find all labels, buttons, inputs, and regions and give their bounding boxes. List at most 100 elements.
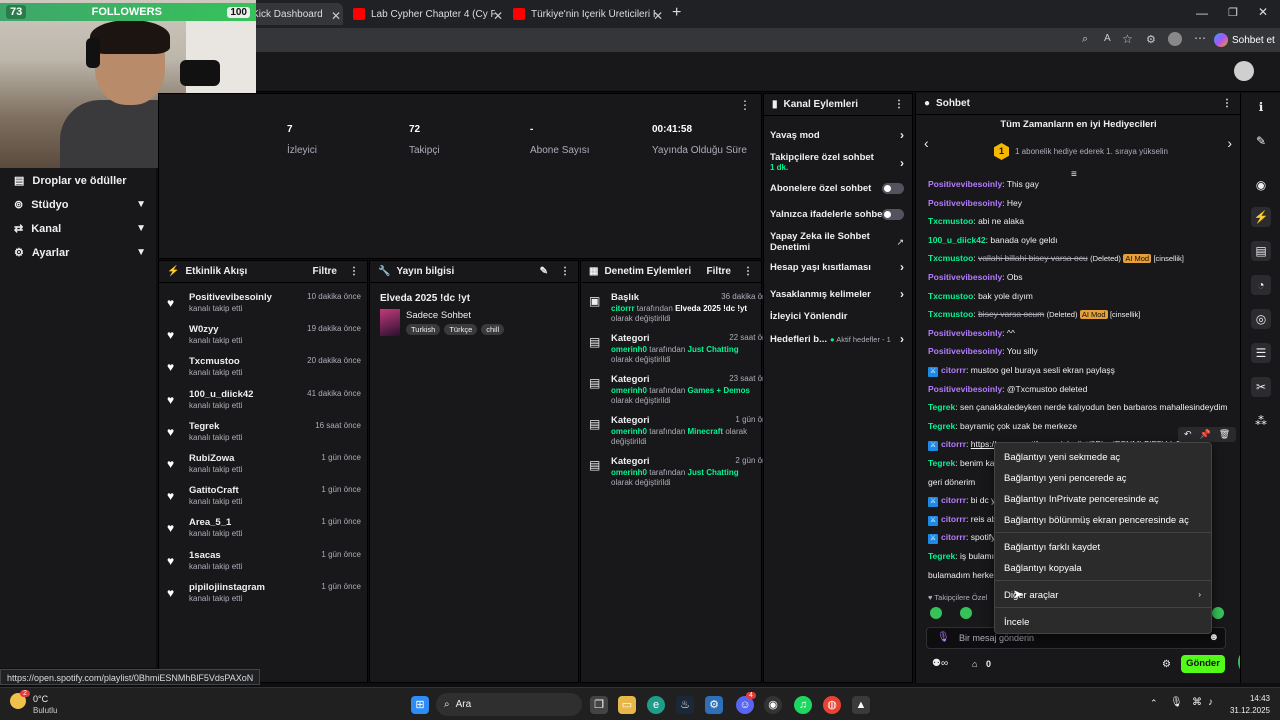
chevron-right-icon[interactable]: ›	[900, 156, 904, 170]
menu-open-new-tab[interactable]: Bağlantıyı yeni sekmede aç	[1004, 452, 1120, 463]
nav-drops-rewards[interactable]: ▤ Droplar ve ödüller	[14, 174, 146, 188]
chat-username[interactable]: Tegrek	[928, 402, 955, 412]
chevron-right-icon[interactable]: ›	[900, 260, 904, 274]
microphone-icon[interactable]: 🎙	[937, 632, 950, 643]
chat-username[interactable]: 100_u_diick42	[928, 235, 986, 245]
file-explorer-icon[interactable]: ▭	[618, 696, 636, 714]
followers-only-row[interactable]: Takipçilere özel sohbet 1 dk.	[770, 152, 908, 172]
chat-username[interactable]: Positivevibesoinly	[928, 384, 1002, 394]
activity-item[interactable]: ♥ Txcmustoo kanalı takip etti 20 dakika önc…	[167, 356, 361, 386]
chevron-right-icon[interactable]: ›	[1227, 135, 1232, 151]
pin-icon[interactable]: 📌	[1200, 429, 1211, 440]
activity-item[interactable]: ♥ 1sacas kanalı takip etti 1 gün önce	[167, 550, 361, 580]
delete-icon[interactable]: 🗑	[1219, 429, 1230, 440]
chat-message[interactable]: Positivevibesoinly: Hey	[928, 198, 1022, 208]
tray-chevron-icon[interactable]: ⌃	[1150, 698, 1158, 709]
emote-icon[interactable]	[930, 607, 942, 619]
chat-message[interactable]: Tegrek: benim kay	[928, 458, 999, 468]
menu-inspect[interactable]: İncele	[1004, 617, 1029, 628]
favorite-star-icon[interactable]: ☆	[1122, 32, 1133, 46]
chat-username[interactable]: Positivevibesoinly	[928, 198, 1002, 208]
menu-save-link-as[interactable]: Bağlantıyı farklı kaydet	[1004, 542, 1100, 553]
nav-studio[interactable]: ⊚ Stüdyo ▼	[14, 198, 146, 212]
chat-message[interactable]: Txcmustoo: vallahi billahi bisey varsa o…	[928, 253, 1184, 264]
chat-message[interactable]: ⚔ citorrr: spotify	[928, 532, 995, 545]
chat-message[interactable]: Txcmustoo: abi ne alaka	[928, 216, 1024, 226]
goals-row[interactable]: Hedefleri b...	[770, 334, 834, 345]
chat-message[interactable]: 100_u_diick42: banada oyle geldı	[928, 235, 1058, 245]
edit-icon[interactable]: ✎	[540, 266, 548, 277]
chat-username[interactable]: Txcmustoo	[928, 309, 973, 319]
read-aloud-icon[interactable]: A	[1104, 33, 1111, 44]
activity-item[interactable]: ♥ Tegrek kanalı takip etti 16 saat önce	[167, 421, 361, 451]
chat-username[interactable]: citorrr	[941, 439, 966, 449]
app-icon[interactable]: ▲	[852, 696, 870, 714]
chat-username[interactable]: Positivevibesoinly	[928, 272, 1002, 282]
chat-username[interactable]: Tegrek	[928, 421, 955, 431]
more-options-icon[interactable]: ⋮	[894, 99, 904, 110]
tab-youtube-lab-cypher[interactable]: Lab Cypher Chapter 4 (Cy Firat/Ve ✕	[345, 3, 505, 25]
chat-username[interactable]: Tegrek	[928, 458, 955, 468]
new-tab-button[interactable]: +	[672, 4, 681, 22]
chrome-icon[interactable]: ◍	[823, 696, 841, 714]
copilot-chat-button[interactable]: Sohbet et	[1214, 31, 1275, 49]
moderation-item[interactable]: ▤ Kategori 1 gün önce omerinh0 tarafından M…	[589, 415, 775, 455]
share-icon[interactable]: ⁂	[1251, 411, 1271, 431]
chat-message[interactable]: ⚔ citorrr: mustoo gel buraya sesli ekran …	[928, 365, 1115, 377]
chevron-right-icon[interactable]: ›	[900, 332, 904, 346]
chat-username[interactable]: Txcmustoo	[928, 216, 973, 226]
close-icon[interactable]: ✕	[653, 9, 663, 23]
chat-message[interactable]: Tegrek: sen çanakkaledeyken nerde kalıyo…	[928, 402, 1227, 412]
close-icon[interactable]: ✕	[493, 9, 503, 23]
ai-moderation-row[interactable]: Yapay Zeka ile Sohbet Denetimi	[770, 231, 882, 253]
volume-icon[interactable]: ♪	[1208, 697, 1213, 708]
chevron-right-icon[interactable]: ›	[900, 128, 904, 142]
moderation-item[interactable]: ▤ Kategori 22 saat önce omerinh0 tarafından…	[589, 333, 775, 373]
external-link-icon[interactable]: ↗	[896, 237, 904, 248]
activity-item[interactable]: ♥ 100_u_diick42 kanalı takip etti 41 dakika…	[167, 389, 361, 419]
chat-username[interactable]: citorrr	[941, 514, 966, 524]
subscribers-only-toggle[interactable]	[882, 183, 904, 194]
activity-item[interactable]: ♥ Area_5_1 kanalı takip etti 1 gün önce	[167, 517, 361, 547]
maximize-button[interactable]: ❐	[1228, 6, 1238, 19]
broadcast-icon[interactable]: ◎	[1251, 309, 1271, 329]
banned-words-row[interactable]: Yasaklanmış kelimeler	[770, 289, 908, 300]
steam-icon[interactable]: ♨	[676, 696, 694, 714]
clock-date[interactable]: 31.12.2025	[1222, 706, 1270, 715]
tab-youtube-turkiye[interactable]: Türkiye'nin İçerik Üreticileri Platfo ✕	[505, 3, 665, 25]
chat-message[interactable]: geri dönerim	[928, 477, 975, 487]
close-icon[interactable]: ✕	[331, 9, 341, 23]
tools-icon[interactable]: ✂	[1251, 377, 1271, 397]
chat-message[interactable]: Txcmustoo: bisey varsa ocum (Deleted) AI…	[928, 309, 1140, 320]
edge-icon[interactable]: e	[647, 696, 665, 714]
activity-item[interactable]: ♥ Positivevibesoinly kanalı takip etti 10 d…	[167, 292, 361, 322]
activity-item[interactable]: ♥ GatitoCraft kanalı takip etti 1 gün önce	[167, 485, 361, 515]
list-icon[interactable]: ☰	[1251, 343, 1271, 363]
network-icon[interactable]: ⌘	[1192, 697, 1202, 708]
chat-message[interactable]: ⚔ citorrr: bi dc y	[928, 495, 995, 508]
filter-button[interactable]: Filtre	[707, 266, 731, 277]
menu-copy-link[interactable]: Bağlantıyı kopyala	[1004, 563, 1082, 574]
chat-username[interactable]: Tegrek	[928, 551, 955, 561]
moderation-item[interactable]: ▤ Kategori 2 gün önce omerinh0 tarafından J…	[589, 456, 775, 496]
emote-icon[interactable]	[1212, 607, 1224, 619]
more-options-icon[interactable]: ⋮	[560, 266, 570, 277]
user-avatar[interactable]	[1234, 61, 1254, 81]
start-icon[interactable]: ⊞	[411, 696, 429, 714]
chat-message[interactable]: Txcmustoo: bak yole dıyım	[928, 291, 1033, 301]
chevron-left-icon[interactable]: ‹	[924, 135, 929, 151]
taskbar-search[interactable]: ⌕ Ara	[436, 693, 582, 716]
chevron-right-icon[interactable]: ›	[900, 287, 904, 301]
chat-message[interactable]: Positivevibesoinly: ^^	[928, 328, 1015, 338]
microphone-tray-icon[interactable]: 🎙	[1170, 697, 1183, 708]
task-view-icon[interactable]: ❐	[590, 696, 608, 714]
slow-mode-row[interactable]: Yavaş mod	[770, 130, 908, 141]
community-icon[interactable]: ⚉∞	[932, 658, 948, 669]
pencil-icon[interactable]: ✎	[1251, 131, 1271, 151]
emotes-only-toggle[interactable]	[882, 209, 904, 220]
more-options-icon[interactable]: ⋮	[1222, 98, 1232, 109]
menu-open-inprivate[interactable]: Bağlantıyı InPrivate penceresinde aç	[1004, 494, 1159, 505]
menu-open-split-screen[interactable]: Bağlantıyı bölünmüş ekran penceresinde a…	[1004, 515, 1189, 526]
moderation-item[interactable]: ▤ Kategori 23 saat önce omerinh0 tarafından…	[589, 374, 775, 414]
spotify-icon[interactable]: ♫	[794, 696, 812, 714]
